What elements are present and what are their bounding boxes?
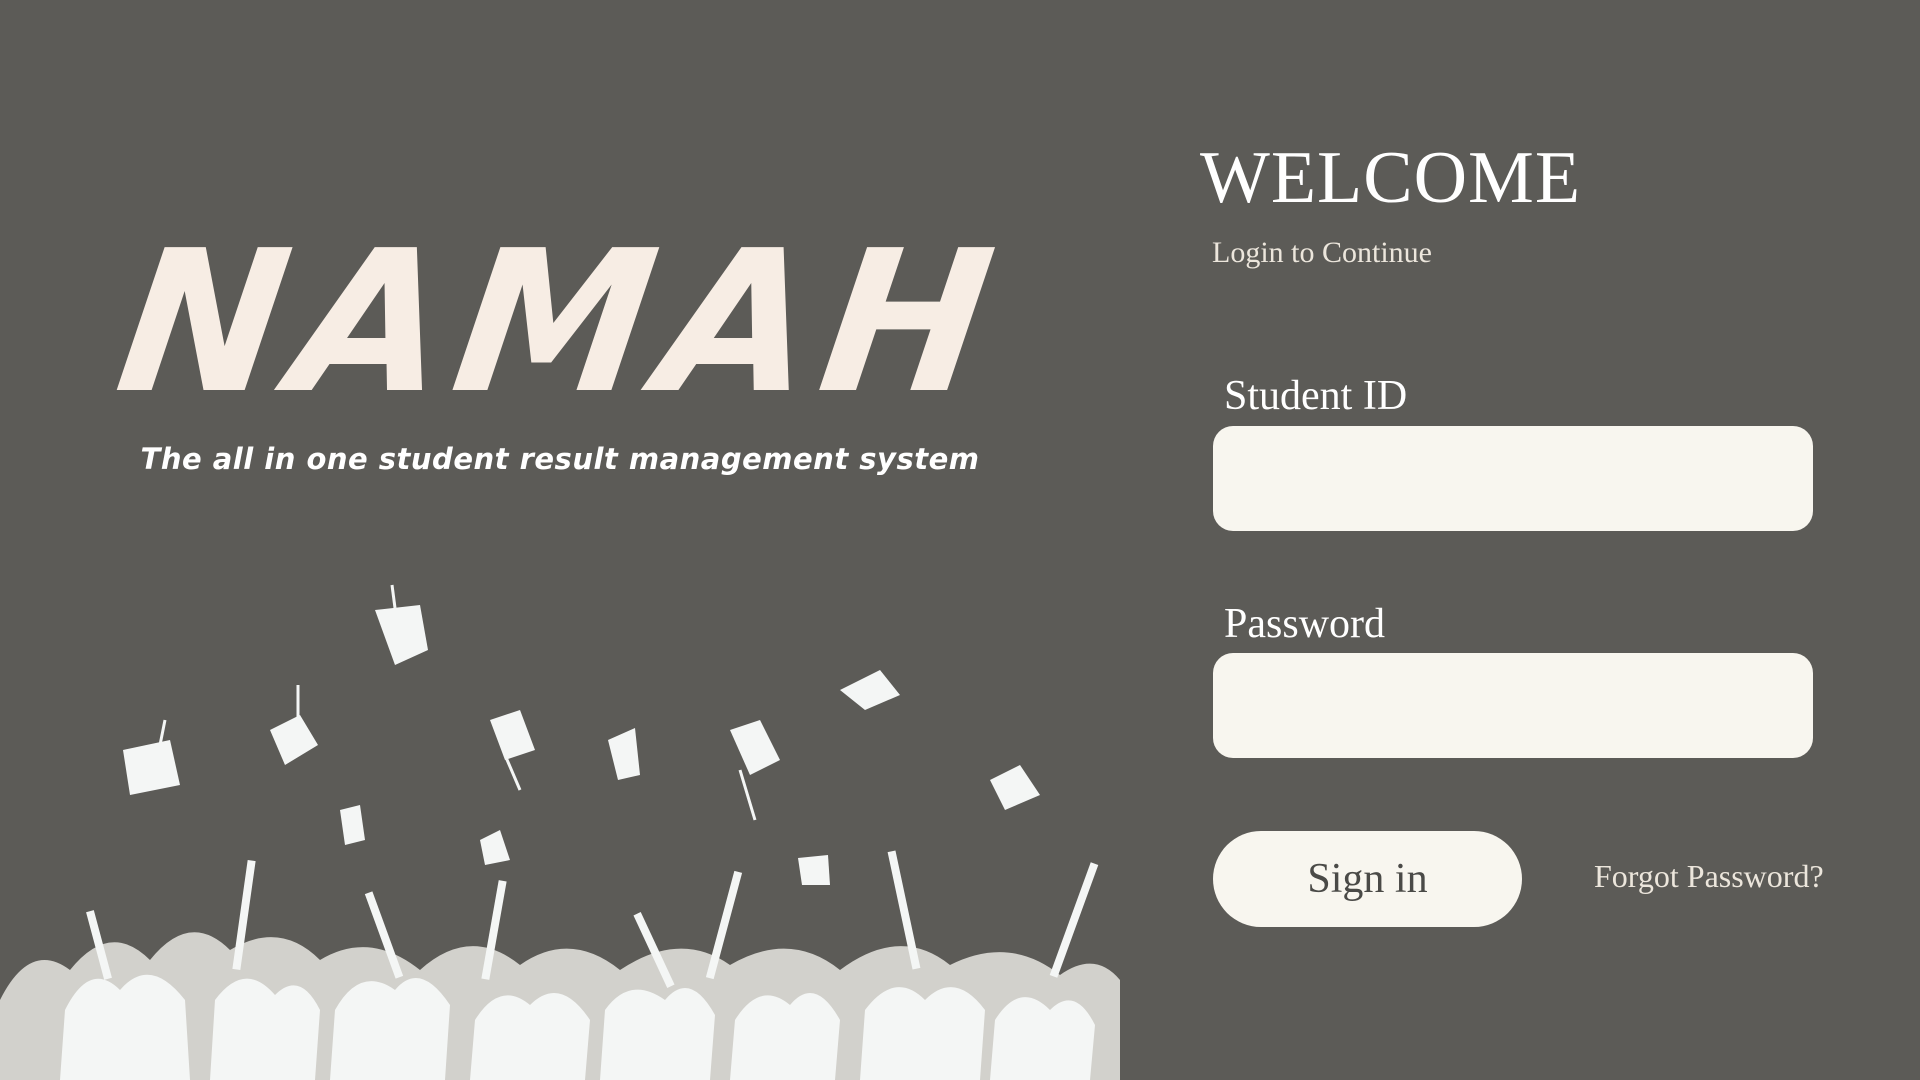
- password-label: Password: [1224, 601, 1386, 647]
- forgot-password-link[interactable]: Forgot Password?: [1594, 858, 1824, 895]
- password-input[interactable]: [1213, 653, 1813, 758]
- brand-title: NAMAH: [105, 209, 1015, 437]
- sign-in-button[interactable]: Sign in: [1213, 831, 1522, 927]
- student-id-label: Student ID: [1224, 373, 1408, 419]
- brand-logo: NAMAH: [0, 209, 1120, 437]
- welcome-heading: WELCOME: [1200, 137, 1582, 219]
- login-subtitle: Login to Continue: [1212, 236, 1432, 269]
- graduates-illustration: [0, 584, 1120, 1080]
- thrown-caps: [123, 584, 1040, 885]
- brand-tagline: The all in one student result management…: [140, 442, 980, 476]
- student-id-input[interactable]: [1213, 426, 1813, 531]
